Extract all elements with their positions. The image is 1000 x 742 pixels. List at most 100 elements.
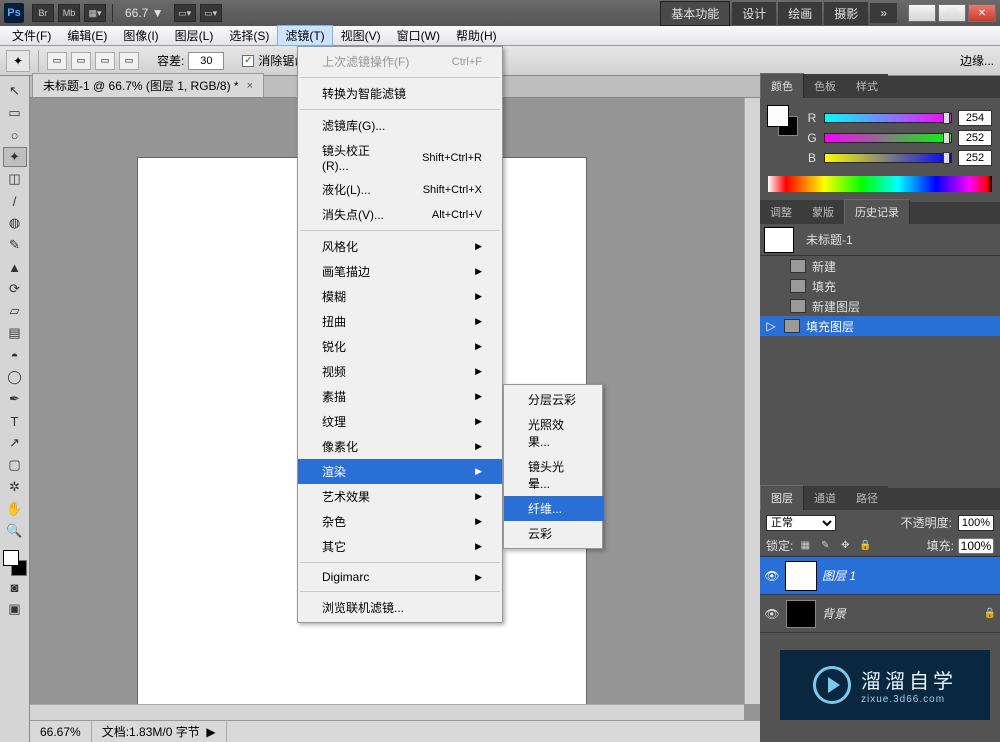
bridge-button[interactable]: Br (32, 4, 54, 22)
menu-filter-gallery[interactable]: 滤镜库(G)... (298, 113, 502, 138)
menu-smart-filter[interactable]: 转换为智能滤镜 (298, 81, 502, 106)
gradient-tool[interactable]: ▤ (3, 323, 27, 343)
status-doc-info[interactable]: 文档:1.83M/0 字节 ▶ (92, 721, 227, 742)
tab-color[interactable]: 颜色 (760, 73, 804, 98)
menu-window[interactable]: 窗口(W) (389, 25, 448, 46)
history-item[interactable]: 填充 (760, 276, 1000, 296)
eyedropper-tool[interactable]: / (3, 191, 27, 211)
workspace-more[interactable]: » (870, 3, 897, 23)
type-tool[interactable]: T (3, 411, 27, 431)
menu-lens-flare[interactable]: 镜头光晕... (504, 454, 604, 496)
screenmode-toggle[interactable]: ▣ (3, 599, 27, 619)
menu-brush-strokes[interactable]: 画笔描边▶ (298, 259, 502, 284)
view-extras-button[interactable]: ▭▾ (174, 4, 196, 22)
menu-edit[interactable]: 编辑(E) (59, 25, 115, 46)
move-tool[interactable]: ↖ (3, 81, 27, 101)
eraser-tool[interactable]: ▱ (3, 301, 27, 321)
stamp-tool[interactable]: ▲ (3, 257, 27, 277)
menu-fibers[interactable]: 纤维... (504, 496, 604, 521)
menu-digimarc[interactable]: Digimarc▶ (298, 566, 502, 588)
dodge-tool[interactable]: ◯ (3, 367, 27, 387)
current-tool-icon[interactable]: ✦ (6, 50, 30, 72)
selection-new-icon[interactable]: ▭ (47, 52, 67, 70)
crop-tool[interactable]: ◫ (3, 169, 27, 189)
g-slider[interactable] (824, 133, 952, 143)
menu-video[interactable]: 视频▶ (298, 359, 502, 384)
adjust-edge-label[interactable]: 边缘... (960, 52, 994, 69)
layer-row[interactable]: 👁 图层 1 (760, 557, 1000, 595)
color-swatches[interactable] (3, 550, 27, 576)
horizontal-scrollbar[interactable] (30, 704, 744, 720)
menu-view[interactable]: 视图(V) (333, 25, 389, 46)
opacity-input[interactable] (958, 515, 994, 531)
menu-artistic[interactable]: 艺术效果▶ (298, 484, 502, 509)
tab-masks[interactable]: 蒙版 (802, 200, 844, 224)
history-snapshot[interactable]: 未标题-1 (760, 224, 1000, 256)
tab-layers[interactable]: 图层 (760, 485, 804, 510)
menu-lighting-effects[interactable]: 光照效果... (504, 412, 604, 454)
workspace-photo[interactable]: 摄影 (824, 2, 868, 25)
menu-file[interactable]: 文件(F) (4, 25, 59, 46)
workspace-paint[interactable]: 绘画 (778, 2, 822, 25)
menu-filter[interactable]: 滤镜(T) (277, 25, 332, 46)
history-item[interactable]: 新建 (760, 256, 1000, 276)
3d-tool[interactable]: ✲ (3, 477, 27, 497)
blend-mode-select[interactable]: 正常 (766, 515, 836, 531)
menu-sketch[interactable]: 素描▶ (298, 384, 502, 409)
selection-add-icon[interactable]: ▭ (71, 52, 91, 70)
r-input[interactable] (958, 110, 992, 126)
history-item[interactable]: ▷填充图层 (760, 316, 1000, 336)
tab-history[interactable]: 历史记录 (844, 199, 910, 224)
tab-channels[interactable]: 通道 (804, 486, 846, 510)
menu-browse-filters[interactable]: 浏览联机滤镜... (298, 595, 502, 620)
lasso-tool[interactable]: ○ (3, 125, 27, 145)
minibridge-button[interactable]: Mb (58, 4, 80, 22)
workspace-design[interactable]: 设计 (732, 2, 776, 25)
menu-select[interactable]: 选择(S) (221, 25, 277, 46)
brush-tool[interactable]: ✎ (3, 235, 27, 255)
panel-color-swatches[interactable] (768, 106, 798, 136)
menu-pixelate[interactable]: 像素化▶ (298, 434, 502, 459)
layer-row[interactable]: 👁 背景 🔒 (760, 595, 1000, 633)
menu-sharpen[interactable]: 锐化▶ (298, 334, 502, 359)
menu-stylize[interactable]: 风格化▶ (298, 234, 502, 259)
arrange-button[interactable]: ▭▾ (200, 4, 222, 22)
lock-all-icon[interactable]: 🔒 (857, 539, 873, 553)
foreground-swatch[interactable] (3, 550, 19, 566)
tab-paths[interactable]: 路径 (846, 486, 888, 510)
visibility-icon[interactable]: 👁 (764, 607, 780, 621)
pen-tool[interactable]: ✒ (3, 389, 27, 409)
menu-distort[interactable]: 扭曲▶ (298, 309, 502, 334)
tab-styles[interactable]: 样式 (846, 74, 888, 98)
spectrum-ramp[interactable] (768, 176, 992, 192)
menu-image[interactable]: 图像(I) (115, 25, 166, 46)
tolerance-input[interactable] (188, 52, 224, 70)
workspace-basic[interactable]: 基本功能 (660, 1, 730, 26)
close-tab-icon[interactable]: × (247, 80, 253, 92)
path-select-tool[interactable]: ↗ (3, 433, 27, 453)
lock-position-icon[interactable]: ✥ (837, 539, 853, 553)
menu-clouds[interactable]: 云彩 (504, 521, 604, 546)
maximize-button[interactable]: ☐ (938, 4, 966, 22)
r-slider[interactable] (824, 113, 952, 123)
layer-thumb[interactable] (786, 562, 816, 590)
selection-subtract-icon[interactable]: ▭ (95, 52, 115, 70)
menu-noise[interactable]: 杂色▶ (298, 509, 502, 534)
panel-fg-swatch[interactable] (768, 106, 788, 126)
menu-help[interactable]: 帮助(H) (448, 25, 505, 46)
status-zoom[interactable]: 66.67% (30, 721, 92, 742)
lock-transparent-icon[interactable]: ▦ (797, 539, 813, 553)
layer-name[interactable]: 背景 (822, 605, 978, 622)
healing-brush-tool[interactable]: ◍ (3, 213, 27, 233)
menu-texture[interactable]: 纹理▶ (298, 409, 502, 434)
marquee-tool[interactable]: ▭ (3, 103, 27, 123)
g-input[interactable] (958, 130, 992, 146)
close-button[interactable]: ✕ (968, 4, 996, 22)
menu-blur[interactable]: 模糊▶ (298, 284, 502, 309)
antialias-checkbox[interactable]: ✓ (242, 55, 254, 67)
visibility-icon[interactable]: 👁 (764, 569, 780, 583)
quickmask-toggle[interactable]: ◙ (3, 577, 27, 597)
selection-intersect-icon[interactable]: ▭ (119, 52, 139, 70)
menu-other[interactable]: 其它▶ (298, 534, 502, 559)
minimize-button[interactable]: — (908, 4, 936, 22)
